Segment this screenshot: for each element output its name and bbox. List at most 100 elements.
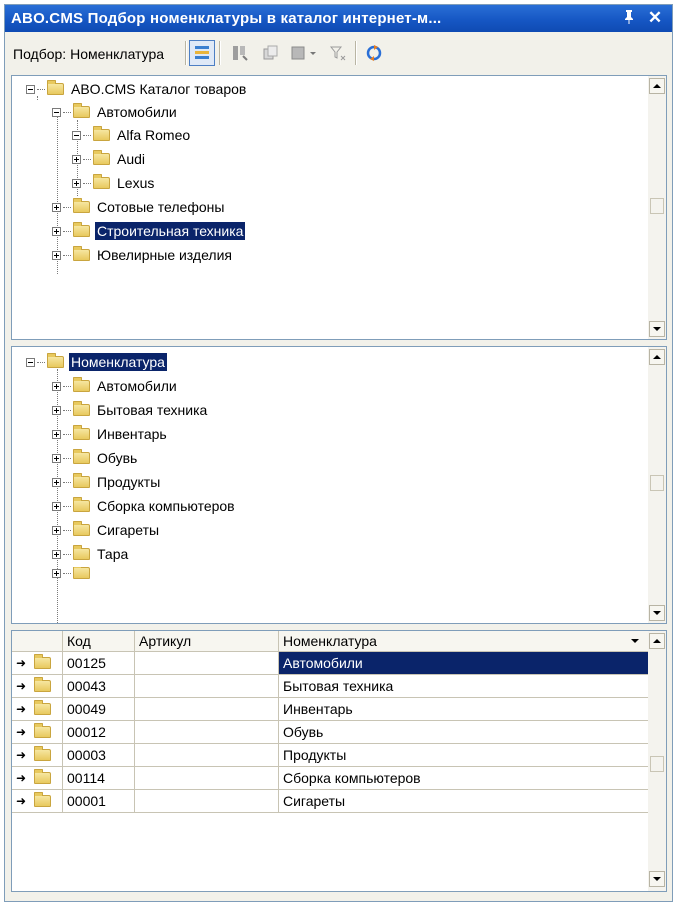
collapse-icon[interactable]	[26, 84, 35, 94]
expand-icon[interactable]	[52, 405, 61, 415]
scroll-up-button[interactable]	[649, 633, 665, 649]
cell-code[interactable]: 00003	[63, 744, 135, 767]
column-header-code[interactable]: Код	[63, 631, 135, 652]
cell-code[interactable]: 00114	[63, 767, 135, 790]
vertical-scrollbar[interactable]	[648, 76, 666, 339]
tree-mode-button[interactable]	[189, 40, 215, 66]
expand-arrow-icon[interactable]: ➜	[16, 702, 26, 716]
expand-icon[interactable]	[52, 381, 61, 391]
expand-arrow-icon[interactable]: ➜	[16, 656, 26, 670]
tree-node-sub[interactable]: Lexus	[72, 172, 156, 194]
expand-icon[interactable]	[72, 154, 81, 164]
cell-code[interactable]: 00043	[63, 675, 135, 698]
tree-node-item[interactable]: Продукты	[52, 471, 162, 493]
scroll-up-button[interactable]	[649, 349, 665, 365]
scroll-thumb[interactable]	[650, 198, 664, 214]
cell-name[interactable]: Сигареты	[279, 790, 650, 813]
tree-node-item[interactable]: Ювелирные изделия	[52, 244, 234, 266]
cell-name[interactable]: Бытовая техника	[279, 675, 650, 698]
expand-icon[interactable]	[52, 202, 61, 212]
row-icon-cell[interactable]: ➜	[12, 721, 63, 744]
expand-arrow-icon[interactable]: ➜	[16, 679, 26, 693]
cell-name[interactable]: Продукты	[279, 744, 650, 767]
tree-node-root-selected[interactable]: Номенклатура	[26, 351, 168, 373]
cell-article[interactable]	[135, 652, 279, 675]
sort-desc-icon[interactable]	[631, 639, 639, 643]
tree-node-item[interactable]: Автомобили	[52, 375, 179, 397]
tree-node-item[interactable]: Сигареты	[52, 519, 161, 541]
scroll-down-button[interactable]	[649, 605, 665, 621]
collapse-icon[interactable]	[72, 130, 81, 140]
row-icon-cell[interactable]: ➜	[12, 790, 63, 813]
expand-arrow-icon[interactable]: ➜	[16, 794, 26, 808]
column-header-name[interactable]: Номенклатура	[279, 631, 650, 652]
cell-name[interactable]: Инвентарь	[279, 698, 650, 721]
row-icon-cell[interactable]: ➜	[12, 652, 63, 675]
collapse-icon[interactable]	[52, 107, 61, 117]
close-icon[interactable]: ✕	[645, 8, 665, 28]
row-icon-cell[interactable]: ➜	[12, 744, 63, 767]
row-icon-cell[interactable]: ➜	[12, 698, 63, 721]
vertical-scrollbar[interactable]	[648, 347, 666, 623]
cell-name[interactable]: Обувь	[279, 721, 650, 744]
filter-clear-button[interactable]	[325, 40, 351, 66]
cell-code[interactable]: 00001	[63, 790, 135, 813]
catalog-tree-panel[interactable]: ABO.CMS Каталог товаров Автомобили Alfa …	[11, 75, 667, 340]
expand-icon[interactable]	[52, 250, 61, 260]
expand-icon[interactable]	[52, 453, 61, 463]
scroll-thumb[interactable]	[650, 756, 664, 772]
row-icon-cell[interactable]: ➜	[12, 675, 63, 698]
cell-code[interactable]: 00125	[63, 652, 135, 675]
cell-code[interactable]: 00012	[63, 721, 135, 744]
copy-button[interactable]	[257, 40, 283, 66]
expand-icon[interactable]	[52, 226, 61, 236]
actions-dropdown-button[interactable]	[285, 40, 323, 66]
tree-node-sub[interactable]: Audi	[72, 148, 147, 170]
tree-node-item[interactable]: Обувь	[52, 447, 139, 469]
expand-icon[interactable]	[52, 549, 61, 559]
nomenclature-tree-panel[interactable]: Номенклатура Автомобили Бытовая техника …	[11, 346, 667, 624]
pin-icon[interactable]	[621, 9, 637, 27]
expand-icon[interactable]	[72, 178, 81, 188]
tree-node-label: Обувь	[97, 450, 138, 466]
expand-icon[interactable]	[52, 525, 61, 535]
scroll-up-button[interactable]	[649, 78, 665, 94]
cell-code[interactable]: 00049	[63, 698, 135, 721]
expand-icon[interactable]	[52, 477, 61, 487]
row-icon-cell[interactable]: ➜	[12, 767, 63, 790]
cell-name[interactable]: Автомобили	[279, 652, 650, 675]
expand-icon[interactable]	[52, 429, 61, 439]
expand-arrow-icon[interactable]: ➜	[16, 748, 26, 762]
vertical-scrollbar[interactable]	[648, 631, 666, 891]
collapse-icon[interactable]	[26, 357, 35, 367]
tree-node-root[interactable]: ABO.CMS Каталог товаров	[26, 78, 248, 100]
tree-node-item-partial[interactable]	[52, 567, 95, 579]
cell-article[interactable]	[135, 698, 279, 721]
cell-article[interactable]	[135, 721, 279, 744]
hierarchy-button[interactable]	[227, 40, 253, 66]
refresh-button[interactable]	[361, 40, 387, 66]
tree-node-sub[interactable]: Alfa Romeo	[72, 124, 192, 146]
expand-icon[interactable]	[52, 501, 61, 511]
tree-node-item[interactable]: Тара	[52, 543, 130, 565]
expand-arrow-icon[interactable]: ➜	[16, 771, 26, 785]
tree-node-item[interactable]: Бытовая техника	[52, 399, 209, 421]
cell-article[interactable]	[135, 767, 279, 790]
cell-article[interactable]	[135, 744, 279, 767]
cell-article[interactable]	[135, 675, 279, 698]
tree-node-item-selected[interactable]: Строительная техника	[52, 220, 247, 242]
tree-node-group[interactable]: Автомобили	[52, 101, 179, 123]
scroll-down-button[interactable]	[649, 321, 665, 337]
cell-article[interactable]	[135, 790, 279, 813]
nomenclature-table-panel[interactable]: Код Артикул Номенклатура ➜ 00125 Автомобил…	[11, 630, 667, 892]
scroll-down-button[interactable]	[649, 871, 665, 887]
expand-arrow-icon[interactable]: ➜	[16, 725, 26, 739]
tree-node-item[interactable]: Сотовые телефоны	[52, 196, 226, 218]
tree-node-item[interactable]: Инвентарь	[52, 423, 169, 445]
column-header-article[interactable]: Артикул	[135, 631, 279, 652]
title-bar[interactable]: ABO.CMS Подбор номенклатуры в каталог ин…	[5, 5, 672, 32]
picker-window: ABO.CMS Подбор номенклатуры в каталог ин…	[4, 4, 673, 902]
scroll-thumb[interactable]	[650, 475, 664, 491]
cell-name[interactable]: Сборка компьютеров	[279, 767, 650, 790]
tree-node-item[interactable]: Сборка компьютеров	[52, 495, 237, 517]
